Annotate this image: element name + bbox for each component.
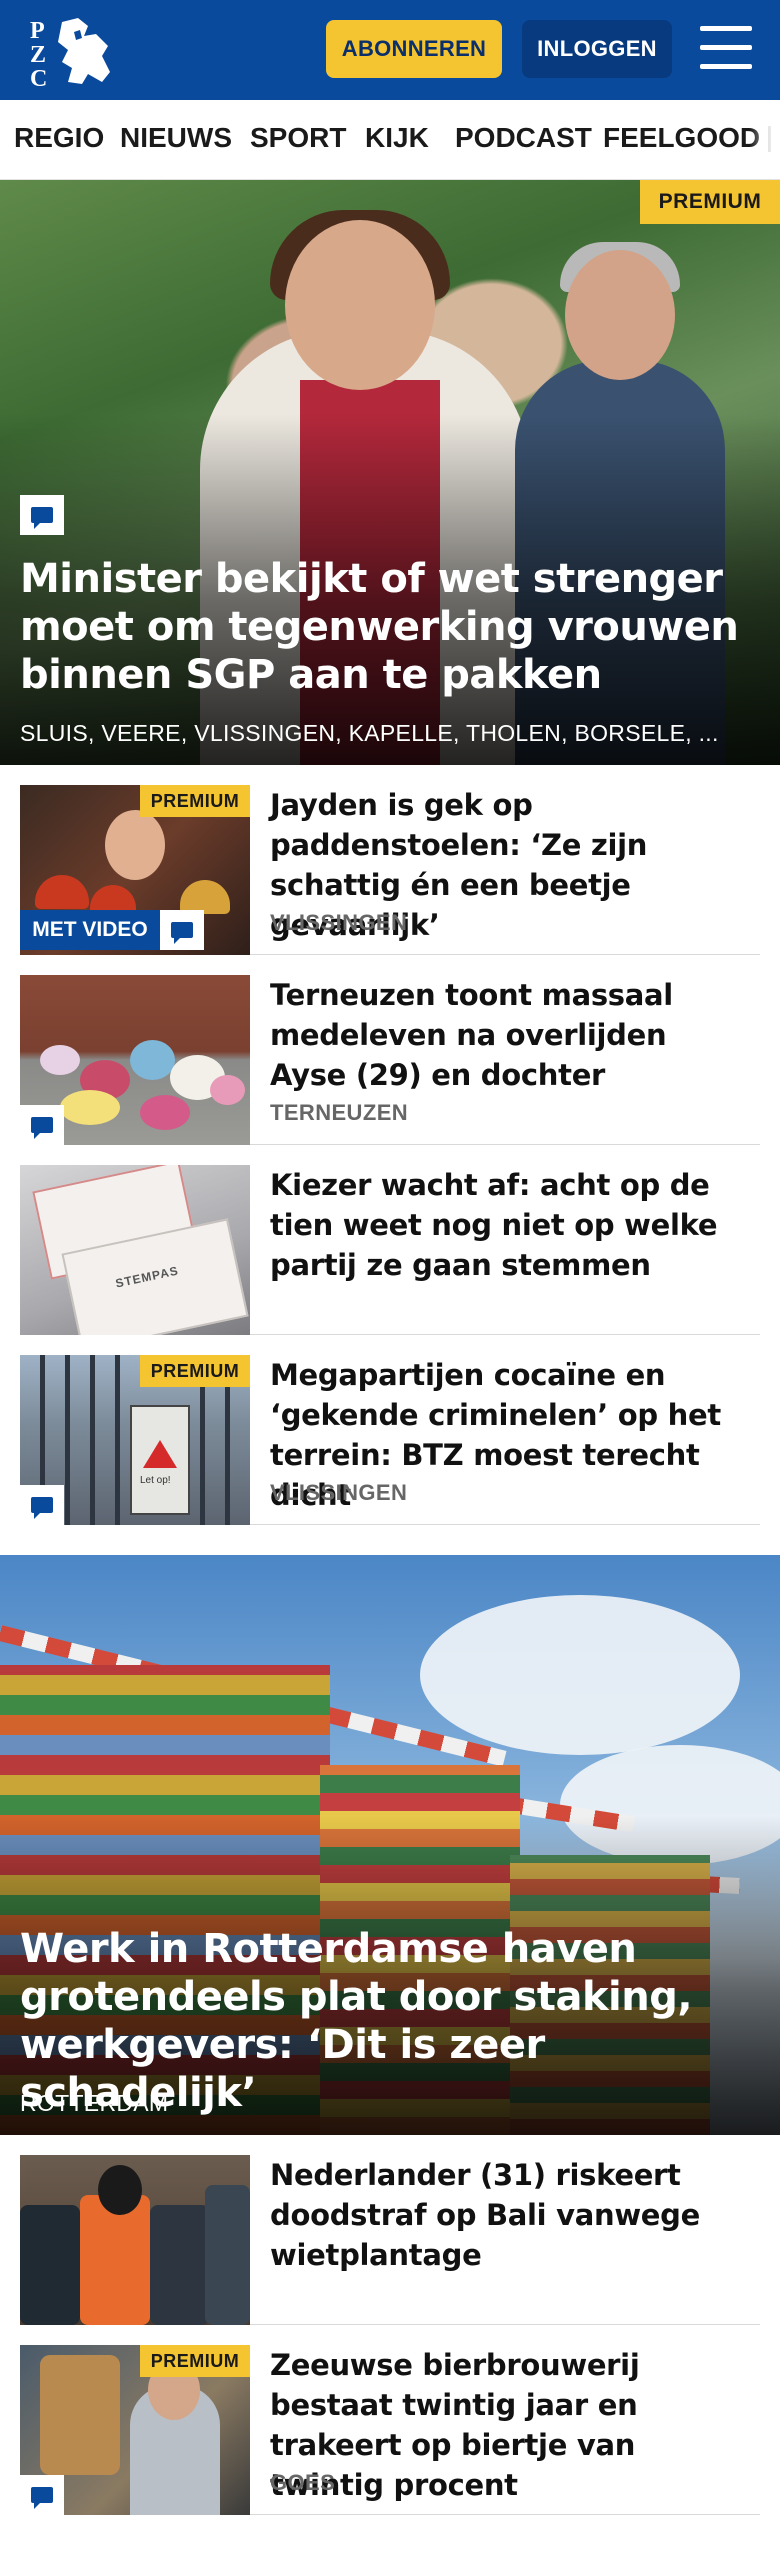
article-location: VLISSINGEN — [270, 910, 408, 935]
comment-icon — [20, 1485, 64, 1525]
hero-article[interactable]: PREMIUM Minister bekijkt of wet strenger… — [0, 180, 780, 765]
article-headline[interactable]: Nederlander (31) riskeert doodstraf op B… — [270, 2155, 750, 2275]
nav-item-sport[interactable]: SPORT — [250, 122, 346, 154]
article-thumbnail — [20, 2155, 250, 2325]
list-item[interactable]: PREMIUM Zeeuwse bierbrouwerij bestaat tw… — [20, 2325, 760, 2515]
premium-badge: PREMIUM — [640, 180, 780, 224]
nav-item-nieuws[interactable]: NIEUWS — [120, 122, 232, 154]
video-badge: MET VIDEO — [20, 910, 160, 950]
article-thumbnail: Let op! PREMIUM — [20, 1355, 250, 1525]
premium-badge: PREMIUM — [140, 2345, 250, 2377]
list-item[interactable]: Terneuzen toont massaal medeleven na ove… — [20, 955, 760, 1145]
article-headline[interactable]: Zeeuwse bierbrouwerij bestaat twintig ja… — [270, 2345, 750, 2505]
hero-headline[interactable]: Minister bekijkt of wet strenger moet om… — [20, 555, 760, 699]
comment-icon — [20, 2475, 64, 2515]
comment-icon — [20, 495, 64, 535]
comment-icon — [20, 1105, 64, 1145]
article-headline[interactable]: Kiezer wacht af: acht op de tien weet no… — [270, 1165, 750, 1285]
nav-fade — [750, 100, 780, 179]
nav-item-kijk[interactable]: KIJK — [365, 122, 429, 154]
hero2-headline[interactable]: Werk in Rotterdamse haven groten­deels p… — [20, 1925, 760, 2117]
article-thumbnail: PREMIUM MET VIDEO — [20, 785, 250, 955]
premium-badge: PREMIUM — [140, 785, 250, 817]
pzc-logo[interactable]: P Z C — [28, 12, 118, 88]
login-button[interactable]: INLOGGEN — [522, 20, 672, 78]
sign-text: Let op! — [140, 1475, 171, 1486]
list-item[interactable]: Let op! PREMIUM Megapartijen cocaïne en … — [20, 1335, 760, 1525]
comment-icon — [160, 910, 204, 950]
article-headline[interactable]: Terneuzen toont massaal medeleven na ove… — [270, 975, 750, 1095]
article-thumbnail — [20, 975, 250, 1145]
svg-text:P: P — [30, 18, 45, 44]
article-location: GOES — [270, 2470, 336, 2495]
article-location: VLISSINGEN — [270, 1480, 408, 1505]
site-header: P Z C ABONNEREN INLOGGEN — [0, 0, 780, 100]
article-thumbnail: PREMIUM — [20, 2345, 250, 2515]
section-nav: REGIO NIEUWS SPORT KIJK PODCAST FEELGOOD — [0, 100, 780, 180]
hero-article-2[interactable]: Werk in Rotterdamse haven groten­deels p… — [0, 1555, 780, 2135]
svg-text:C: C — [30, 66, 47, 88]
hero2-location: ROTTERDAM — [20, 2090, 169, 2116]
nav-item-regio[interactable]: REGIO — [14, 122, 104, 154]
hero-locations: SLUIS, VEERE, VLISSINGEN, KAPELLE, THOLE… — [20, 720, 719, 746]
subscribe-button[interactable]: ABONNEREN — [326, 20, 502, 78]
article-thumbnail: STEMPAS — [20, 1165, 250, 1335]
nav-item-podcast[interactable]: PODCAST — [455, 122, 592, 154]
list-item[interactable]: STEMPAS Kiezer wacht af: acht op de tien… — [20, 1145, 760, 1335]
list-item[interactable]: PREMIUM MET VIDEO Jayden is gek op padde… — [20, 765, 760, 955]
hamburger-icon[interactable] — [700, 26, 752, 70]
list-item[interactable]: Nederlander (31) riskeert doodstraf op B… — [20, 2135, 760, 2325]
article-location: TERNEUZEN — [270, 1100, 409, 1125]
svg-text:Z: Z — [30, 42, 46, 68]
premium-badge: PREMIUM — [140, 1355, 250, 1387]
nav-item-feelgood[interactable]: FEELGOOD — [603, 122, 760, 154]
